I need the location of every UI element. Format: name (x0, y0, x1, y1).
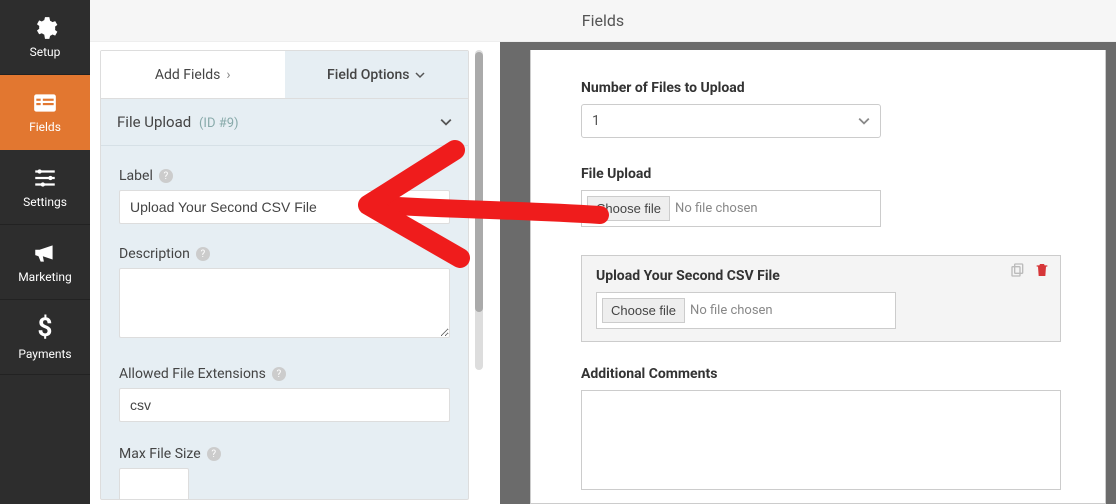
field-label: Additional Comments (581, 366, 1065, 382)
description-input[interactable] (119, 268, 450, 338)
form-preview: Number of Files to Upload 1 File Upload … (530, 50, 1106, 504)
option-body: Label ? Description ? Allowed File Exten… (101, 146, 468, 500)
label-text: Allowed File Extensions (119, 366, 266, 382)
preview-outer: Number of Files to Upload 1 File Upload … (500, 42, 1116, 504)
help-icon[interactable]: ? (159, 169, 173, 183)
file-input-row: Choose file No file chosen (581, 190, 881, 227)
label-text: Max File Size (119, 446, 201, 462)
field-options-panel: Add Fields › Field Options File Upload (… (100, 50, 469, 500)
field-label: File Upload (581, 166, 1065, 182)
file-input-row: Choose file No file chosen (596, 292, 896, 329)
field-actions (1010, 262, 1050, 278)
label-text: Description (119, 246, 190, 262)
tab-label: Field Options (327, 67, 409, 83)
options-tabs: Add Fields › Field Options (101, 51, 468, 99)
topbar: Fields (90, 0, 1116, 42)
sidebar-item-label: Fields (29, 120, 61, 134)
chevron-down-icon (415, 70, 425, 80)
gear-icon (32, 15, 58, 41)
label-input[interactable] (119, 190, 450, 224)
field-header[interactable]: File Upload (ID #9) (101, 99, 468, 146)
option-label-label: Label ? (119, 168, 450, 184)
sidebar-item-settings[interactable]: Settings (0, 150, 90, 225)
sidebar-item-label: Marketing (18, 270, 72, 284)
tab-field-options[interactable]: Field Options (285, 51, 469, 98)
tab-add-fields[interactable]: Add Fields › (101, 51, 285, 98)
preview-additional-comments[interactable]: Additional Comments (581, 366, 1065, 494)
choose-file-button[interactable]: Choose file (602, 298, 685, 323)
comments-textarea[interactable] (581, 390, 1061, 490)
number-of-files-select[interactable]: 1 (581, 104, 881, 138)
scrollbar[interactable] (475, 50, 483, 370)
label-text: Label (119, 168, 153, 184)
sidebar-item-marketing[interactable]: Marketing (0, 225, 90, 300)
file-name-text: No file chosen (690, 303, 773, 318)
sliders-icon (32, 165, 58, 191)
sidebar-item-fields[interactable]: Fields (0, 75, 90, 150)
field-label: Number of Files to Upload (581, 80, 1065, 96)
topbar-title: Fields (582, 11, 624, 30)
dollar-icon: $ (38, 313, 53, 343)
sidebar-item-label: Setup (30, 45, 61, 59)
option-label-description: Description ? (119, 246, 450, 262)
field-title: File Upload (ID #9) (117, 113, 239, 131)
sidebar-item-label: Payments (18, 347, 71, 361)
option-label-max-size: Max File Size ? (119, 446, 450, 462)
duplicate-icon[interactable] (1010, 262, 1026, 278)
sidebar-item-label: Settings (23, 195, 67, 209)
max-file-size-input[interactable] (119, 468, 189, 500)
choose-file-button[interactable]: Choose file (587, 196, 670, 221)
chevron-down-icon (440, 116, 452, 128)
option-label-allowed-ext: Allowed File Extensions ? (119, 366, 450, 382)
select-value: 1 (592, 113, 600, 129)
field-id: (ID #9) (199, 116, 239, 131)
preview-file-upload-1[interactable]: File Upload Choose file No file chosen (581, 166, 1065, 227)
preview-number-of-files[interactable]: Number of Files to Upload 1 (581, 80, 1065, 138)
chevron-right-icon: › (226, 67, 230, 83)
field-name: File Upload (117, 113, 191, 131)
list-icon (32, 90, 58, 116)
field-label: Upload Your Second CSV File (596, 268, 1046, 284)
scrollbar-thumb[interactable] (475, 52, 483, 312)
file-name-text: No file chosen (675, 201, 758, 216)
bullhorn-icon (32, 240, 58, 266)
help-icon[interactable]: ? (207, 447, 221, 461)
app-sidebar: Setup Fields Settings Marketing $ Paymen… (0, 0, 90, 504)
sidebar-item-payments[interactable]: $ Payments (0, 300, 90, 375)
sidebar-item-setup[interactable]: Setup (0, 0, 90, 75)
help-icon[interactable]: ? (272, 367, 286, 381)
help-icon[interactable]: ? (196, 247, 210, 261)
tab-label: Add Fields (155, 67, 221, 83)
trash-icon[interactable] (1034, 262, 1050, 278)
preview-file-upload-2-selected[interactable]: Upload Your Second CSV File Choose file … (581, 255, 1061, 342)
chevron-down-icon (858, 115, 870, 127)
allowed-extensions-input[interactable] (119, 388, 450, 422)
